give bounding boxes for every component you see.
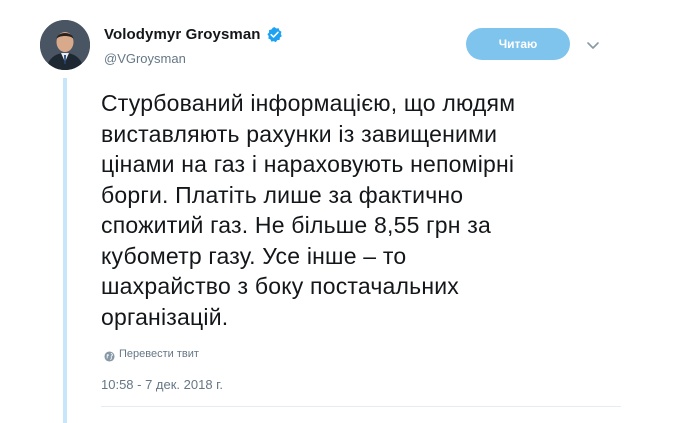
globe-icon (104, 349, 115, 362)
tweet-text-line: цінами на газ і нараховують непомірні (101, 151, 515, 177)
tweet-text-line: шахрайство з боку постачальних (101, 273, 459, 299)
person-avatar-icon (40, 20, 90, 70)
translate-tweet-label: Перевести твит (119, 348, 199, 360)
chevron-down-icon[interactable] (586, 38, 600, 49)
author-name-row: Volodymyr Groysman (104, 26, 283, 43)
divider (101, 406, 621, 407)
tweet-text-line: виставляють рахунки із завищеними (101, 120, 498, 147)
tweet-text-line: спожитий газ. Не більше 8,55 грн за (101, 212, 491, 238)
tweet-text: Стурбований інформацією, що людям вистав… (101, 88, 591, 332)
author-display-name[interactable]: Volodymyr Groysman (104, 26, 261, 43)
avatar[interactable] (40, 20, 90, 70)
tweet-text-line: борги. Платіть лише за фактично (101, 181, 464, 208)
tweet-text-line: організацій. (101, 303, 229, 330)
translate-tweet-link[interactable]: Перевести твит (104, 348, 199, 362)
thread-line (63, 78, 67, 423)
tweet-text-line: кубометр газу. Усе інше – то (101, 242, 407, 269)
author-handle[interactable]: @VGroysman (104, 51, 186, 66)
follow-button[interactable]: Читаю (466, 28, 570, 60)
tweet-timestamp[interactable]: 10:58 - 7 дек. 2018 г. (101, 377, 223, 392)
tweet-text-line: Стурбований інформацією, що людям (101, 90, 516, 116)
verified-badge-icon (266, 26, 283, 43)
